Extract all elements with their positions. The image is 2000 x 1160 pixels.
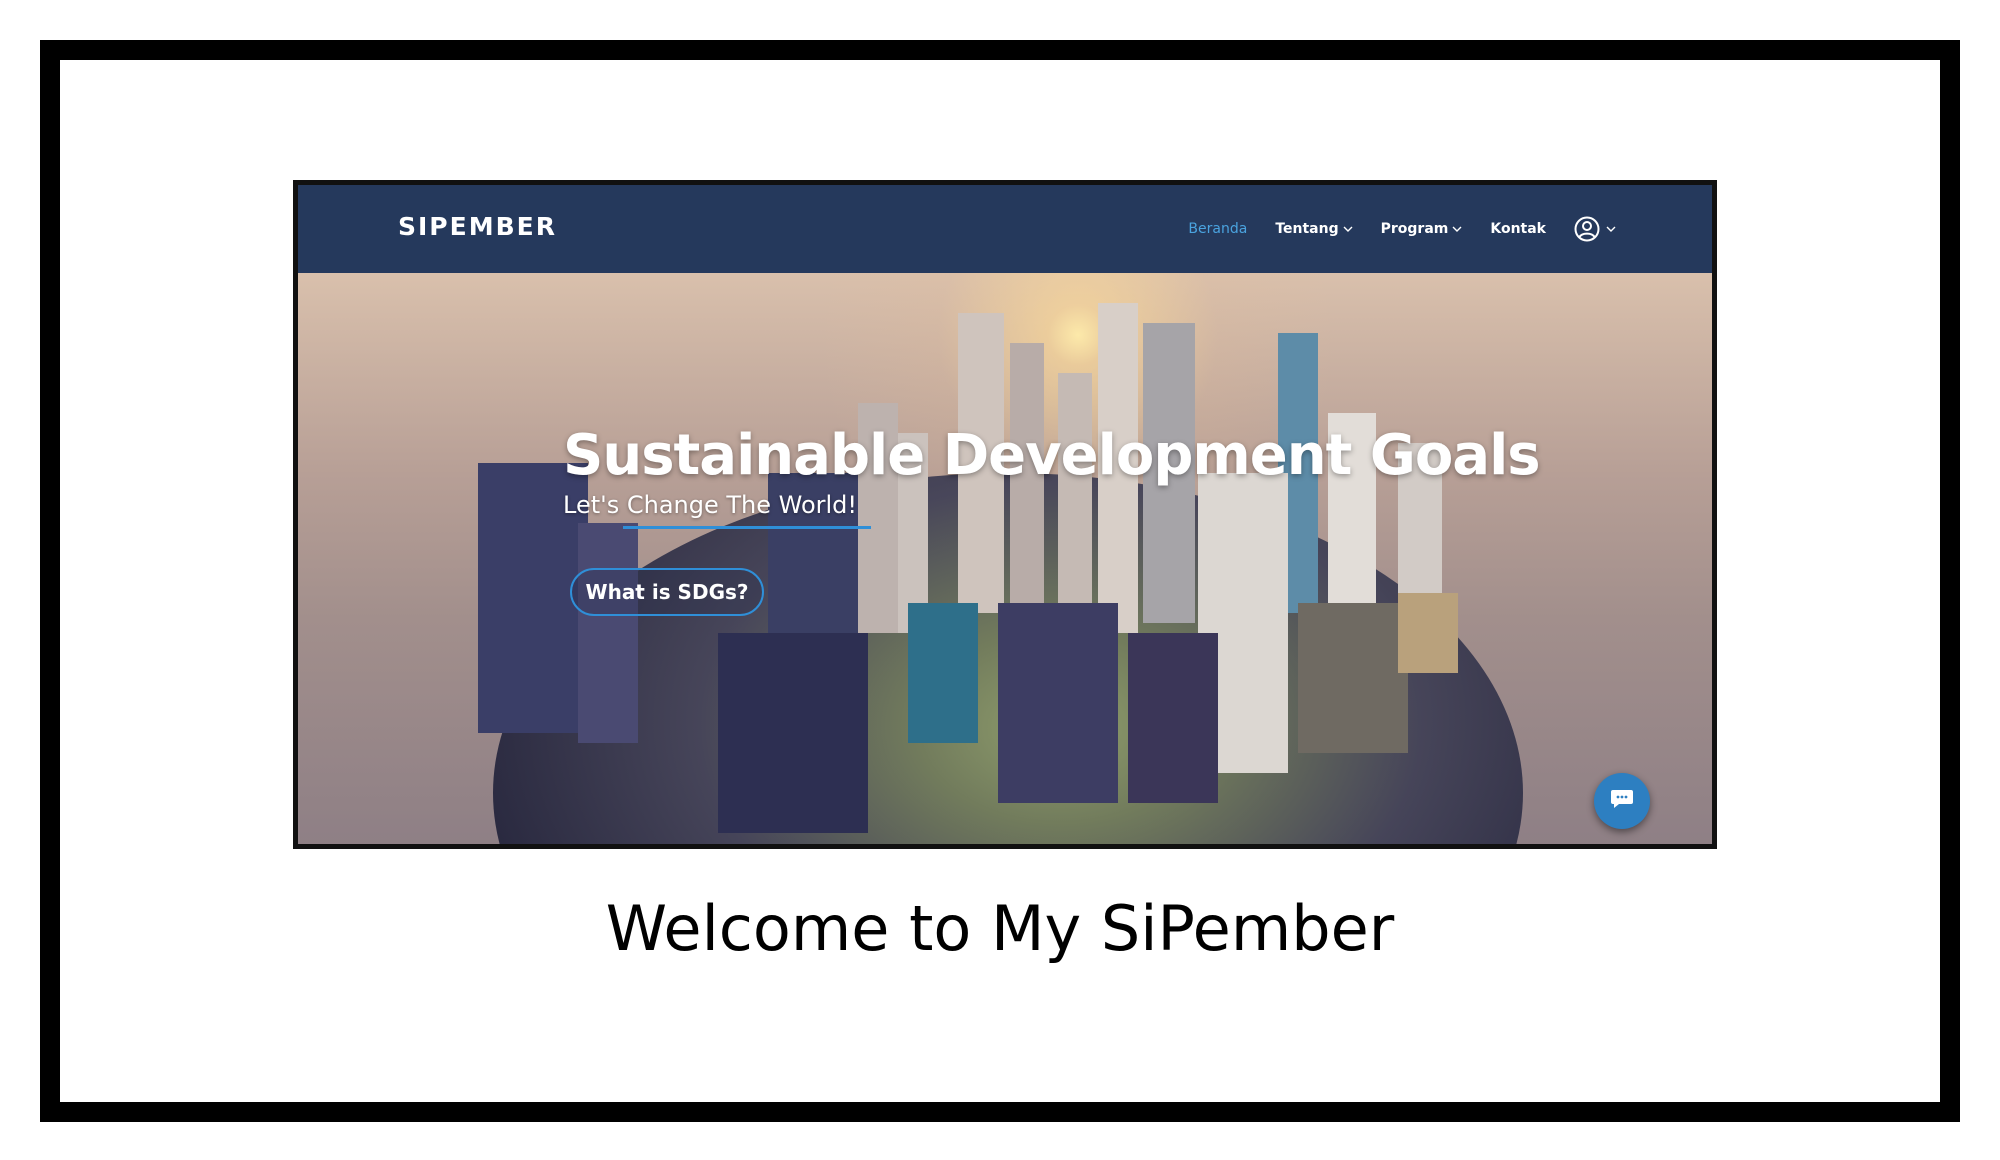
hero-title: Sustainable Development Goals — [563, 423, 1541, 488]
user-menu[interactable] — [1574, 216, 1616, 242]
hero-section: Sustainable Development Goals Let's Chan… — [298, 273, 1712, 844]
nav-item-beranda[interactable]: Beranda — [1188, 221, 1247, 237]
chevron-down-icon — [1452, 223, 1462, 236]
chevron-down-icon — [1606, 223, 1616, 236]
what-is-sdgs-button[interactable]: What is SDGs? — [570, 568, 764, 616]
hero-subtitle: Let's Change The World! — [563, 491, 858, 519]
slide-caption: Welcome to My SiPember — [605, 892, 1395, 965]
nav-item-tentang[interactable]: Tentang — [1275, 221, 1353, 237]
chevron-down-icon — [1343, 223, 1353, 236]
nav-item-kontak[interactable]: Kontak — [1490, 221, 1546, 237]
chat-bubble-icon — [1610, 788, 1634, 815]
nav-item-label: Program — [1380, 221, 1449, 237]
website-screenshot: SIPEMBER Beranda Tentang Program Kontak — [293, 180, 1717, 849]
chat-button[interactable] — [1594, 773, 1650, 829]
nav-item-label: Kontak — [1490, 221, 1546, 237]
user-circle-icon — [1574, 216, 1600, 242]
nav-menu: Beranda Tentang Program Kontak — [1188, 185, 1616, 273]
subtitle-underline — [623, 526, 871, 529]
brand-logo[interactable]: SIPEMBER — [398, 212, 557, 241]
city-skyline-illustration — [478, 303, 1458, 833]
nav-item-label: Beranda — [1188, 221, 1248, 237]
nav-item-label: Tentang — [1275, 221, 1339, 237]
navbar: SIPEMBER Beranda Tentang Program Kontak — [298, 185, 1712, 273]
nav-item-program[interactable]: Program — [1381, 221, 1463, 237]
